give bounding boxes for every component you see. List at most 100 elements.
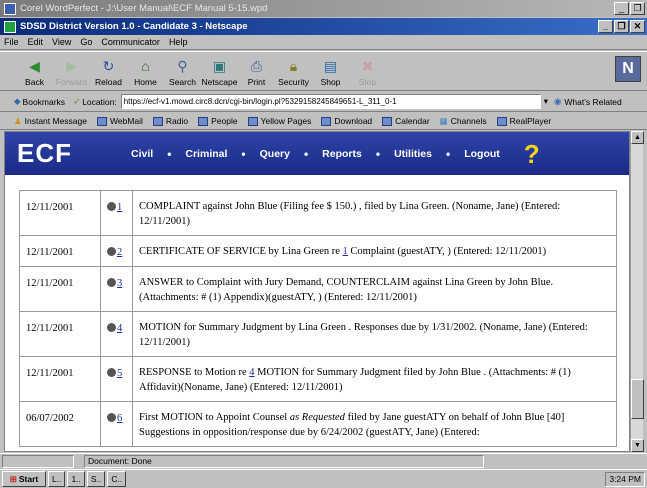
minimize-button[interactable]: _ xyxy=(614,2,629,15)
menu-view[interactable]: View xyxy=(52,37,71,47)
security-button[interactable]: 🔒︎ Security xyxy=(275,52,312,90)
minimize-button[interactable]: _ xyxy=(598,20,613,33)
entry-number: 6 xyxy=(100,401,133,447)
ecf-logo-text: ECF xyxy=(17,138,72,168)
entry-date: 06/07/2002 xyxy=(19,401,101,447)
entry-number-link[interactable]: 1 xyxy=(117,202,122,213)
link-label: Download xyxy=(334,116,373,126)
entry-text: COMPLAINT against John Blue (Filing fee … xyxy=(132,190,617,236)
link-people[interactable]: People xyxy=(198,116,238,126)
print-button[interactable]: ⎙ Print xyxy=(238,52,275,90)
entry-text: MOTION for Summary Judgment by Lina Gree… xyxy=(132,311,617,357)
bookmarks-button[interactable]: Bookmarks xyxy=(23,97,66,107)
menu-file[interactable]: File xyxy=(4,37,19,47)
link-label: Instant Message xyxy=(24,116,87,126)
entry-text: ANSWER to Complaint with Jury Demand, CO… xyxy=(132,266,617,312)
print-label: Print xyxy=(247,77,266,87)
back-button[interactable]: ◀ Back xyxy=(16,52,53,90)
document-icon[interactable] xyxy=(107,323,116,332)
close-button[interactable]: ✕ xyxy=(630,20,645,33)
stop-button[interactable]: ✖ Stop xyxy=(349,52,386,90)
bookmark-icon xyxy=(198,116,209,126)
bookmark-icon xyxy=(152,116,163,126)
security-status-icon[interactable] xyxy=(2,454,74,468)
restore-button[interactable]: ❐ xyxy=(614,20,629,33)
document-icon[interactable] xyxy=(107,278,116,287)
link-radio[interactable]: Radio xyxy=(152,116,188,126)
entry-number-link[interactable]: 5 xyxy=(117,368,122,379)
bookmark-icon xyxy=(247,116,258,126)
whats-related-icon: ◉ xyxy=(553,96,562,106)
nav-query[interactable]: Query xyxy=(260,148,290,160)
location-label: Location: xyxy=(82,96,117,107)
start-label: Start xyxy=(18,474,39,484)
ecf-logo[interactable]: ECF xyxy=(17,138,117,169)
nav-reports[interactable]: Reports xyxy=(322,148,362,160)
shop-button[interactable]: ▤ Shop xyxy=(312,52,349,90)
url-dropdown-icon[interactable]: ▾ xyxy=(544,96,548,107)
vertical-scrollbar[interactable]: ▲ ▼ xyxy=(630,131,644,452)
start-button[interactable]: ⊞ Start xyxy=(2,471,46,487)
location-icon: ➶ xyxy=(73,96,81,106)
forward-button[interactable]: ▶ Forward xyxy=(53,52,90,90)
stop-label: Stop xyxy=(358,77,377,87)
location-bar: ◆ Bookmarks ➶ Location: https://ecf-v1.m… xyxy=(0,92,647,112)
menu-edit[interactable]: Edit xyxy=(28,37,44,47)
taskbar-item[interactable]: 1.. xyxy=(67,471,85,487)
entry-number-link[interactable]: 4 xyxy=(117,323,122,334)
nav-civil[interactable]: Civil xyxy=(131,148,153,160)
link-yellow-pages[interactable]: Yellow Pages xyxy=(247,116,311,126)
taskbar-item[interactable]: L.. xyxy=(48,471,66,487)
link-calendar[interactable]: Calendar xyxy=(382,116,430,126)
link-label: People xyxy=(211,116,238,126)
scroll-up-icon[interactable]: ▲ xyxy=(631,131,644,144)
netscape-button[interactable]: ▣ Netscape xyxy=(201,52,238,90)
entry-number: 3 xyxy=(100,266,133,312)
personal-toolbar: ♟ Instant Message WebMail Radio People Ye… xyxy=(0,113,647,130)
search-button[interactable]: ⚲ Search xyxy=(164,52,201,90)
help-icon[interactable]: ? xyxy=(524,141,546,167)
menu-bar: File Edit View Go Communicator Help xyxy=(0,35,647,50)
link-instant-message[interactable]: ♟ Instant Message xyxy=(14,116,87,127)
entry-number-link[interactable]: 6 xyxy=(117,413,122,424)
search-icon: ⚲ xyxy=(177,57,188,74)
bookmark-icon xyxy=(496,116,507,126)
nav-logout[interactable]: Logout xyxy=(464,148,500,160)
link-download[interactable]: Download xyxy=(321,116,372,126)
nav-separator: • xyxy=(241,146,246,161)
netscape-logo[interactable]: N xyxy=(615,56,641,82)
bookmark-icon xyxy=(382,116,393,126)
scroll-down-icon[interactable]: ▼ xyxy=(631,439,644,452)
maximize-button[interactable]: ❐ xyxy=(630,2,645,15)
channels-icon: ▦ xyxy=(439,115,448,126)
taskbar-item[interactable]: C.. xyxy=(107,471,127,487)
link-label: Calendar xyxy=(395,116,430,126)
instant-message-icon: ♟ xyxy=(14,115,22,126)
wordperfect-window-controls: _ ❐ xyxy=(614,2,645,15)
scroll-thumb[interactable] xyxy=(631,379,644,419)
document-icon[interactable] xyxy=(107,368,116,377)
document-icon[interactable] xyxy=(107,247,116,256)
link-realplayer[interactable]: RealPlayer xyxy=(496,116,551,126)
bookmark-icon xyxy=(321,116,332,126)
entry-number: 5 xyxy=(100,356,133,402)
entry-number-link[interactable]: 3 xyxy=(117,278,122,289)
document-icon[interactable] xyxy=(107,413,116,422)
whats-related-button[interactable]: What's Related xyxy=(564,97,621,107)
link-webmail[interactable]: WebMail xyxy=(97,116,143,126)
home-button[interactable]: ⌂ Home xyxy=(127,52,164,90)
document-icon[interactable] xyxy=(107,202,116,211)
menu-go[interactable]: Go xyxy=(80,37,92,47)
menu-help[interactable]: Help xyxy=(169,37,188,47)
wordperfect-icon xyxy=(4,2,16,15)
url-input[interactable]: https://ecf-v1.mowd.circ8.dcn/cgi-bin/lo… xyxy=(120,94,541,109)
menu-communicator[interactable]: Communicator xyxy=(101,37,160,47)
shop-label: Shop xyxy=(320,77,341,87)
nav-criminal[interactable]: Criminal xyxy=(185,148,227,160)
link-channels[interactable]: ▦ Channels xyxy=(440,116,487,127)
reload-button[interactable]: ↻ Reload xyxy=(90,52,127,90)
nav-utilities[interactable]: Utilities xyxy=(394,148,432,160)
taskbar-item[interactable]: S.. xyxy=(86,471,106,487)
wordperfect-title: Corel WordPerfect - J:\User Manual\ECF M… xyxy=(20,3,268,14)
entry-number-link[interactable]: 2 xyxy=(117,247,122,258)
